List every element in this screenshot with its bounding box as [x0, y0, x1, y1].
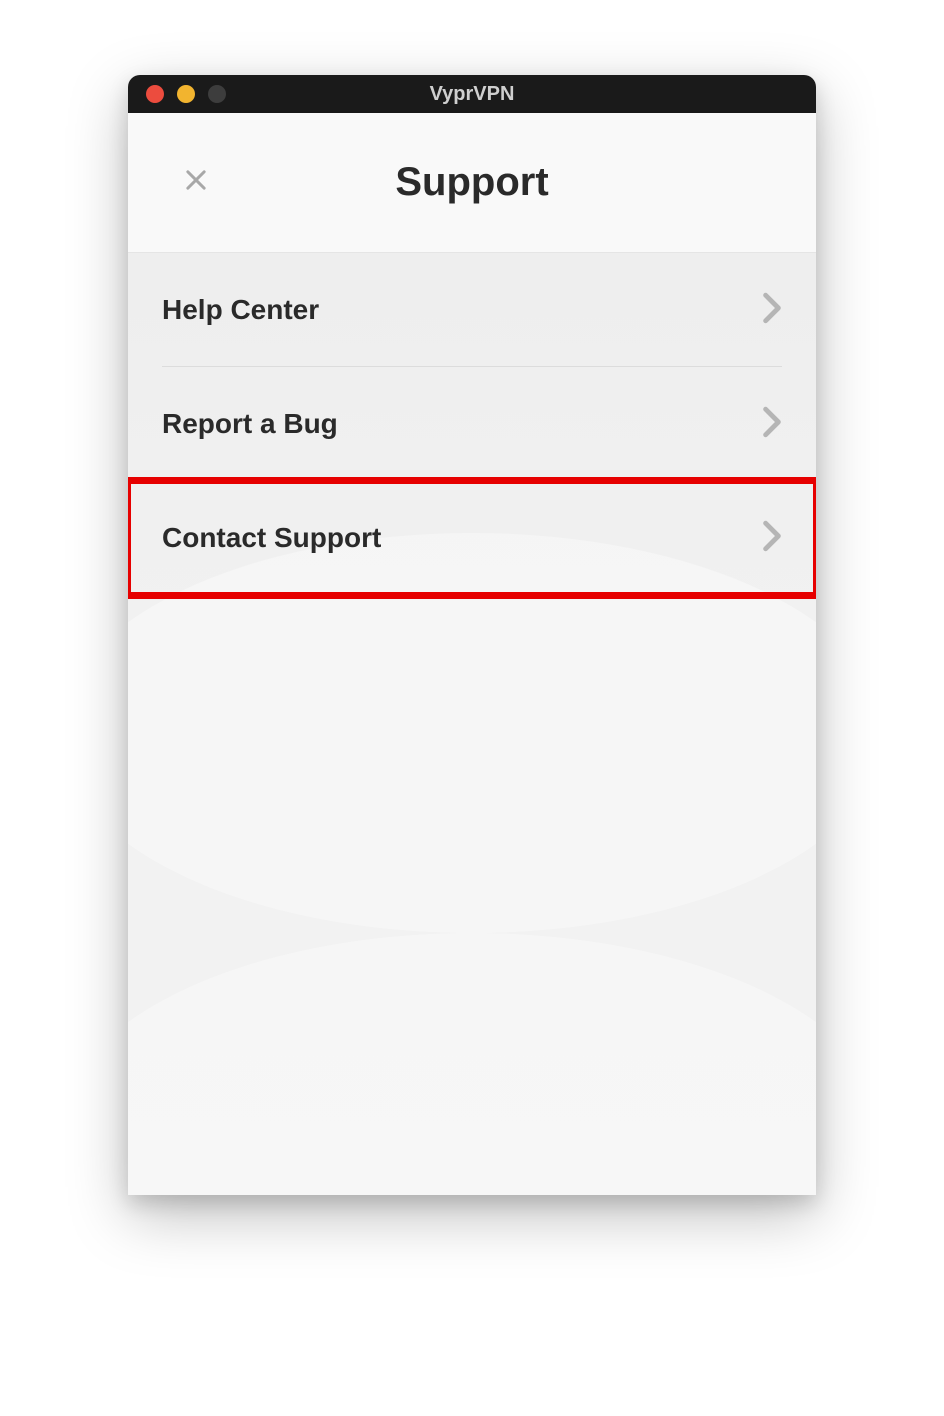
menu-item-label: Contact Support: [162, 522, 381, 554]
chevron-right-icon: [762, 520, 782, 557]
window-fullscreen-button[interactable]: [208, 85, 226, 103]
chevron-right-icon: [762, 292, 782, 329]
traffic-lights: [128, 85, 226, 103]
menu-item-report-bug[interactable]: Report a Bug: [162, 367, 782, 481]
menu-item-help-center[interactable]: Help Center: [162, 253, 782, 367]
menu-item-contact-support[interactable]: Contact Support: [162, 481, 782, 595]
menu-list: Help Center Report a Bug Contact Sup: [128, 253, 816, 595]
page-title: Support: [128, 160, 816, 205]
menu-item-label: Help Center: [162, 294, 319, 326]
window-close-button[interactable]: [146, 85, 164, 103]
window-title: VyprVPN: [128, 83, 816, 106]
decorative-wave: [128, 933, 816, 1195]
app-window: VyprVPN Support Help Center: [128, 75, 816, 1195]
titlebar: VyprVPN: [128, 75, 816, 113]
page-header: Support: [128, 113, 816, 253]
content-area: Help Center Report a Bug Contact Sup: [128, 253, 816, 1195]
chevron-right-icon: [762, 406, 782, 443]
menu-item-label: Report a Bug: [162, 408, 338, 440]
close-button[interactable]: [176, 163, 216, 203]
close-icon: [182, 166, 210, 199]
window-minimize-button[interactable]: [177, 85, 195, 103]
